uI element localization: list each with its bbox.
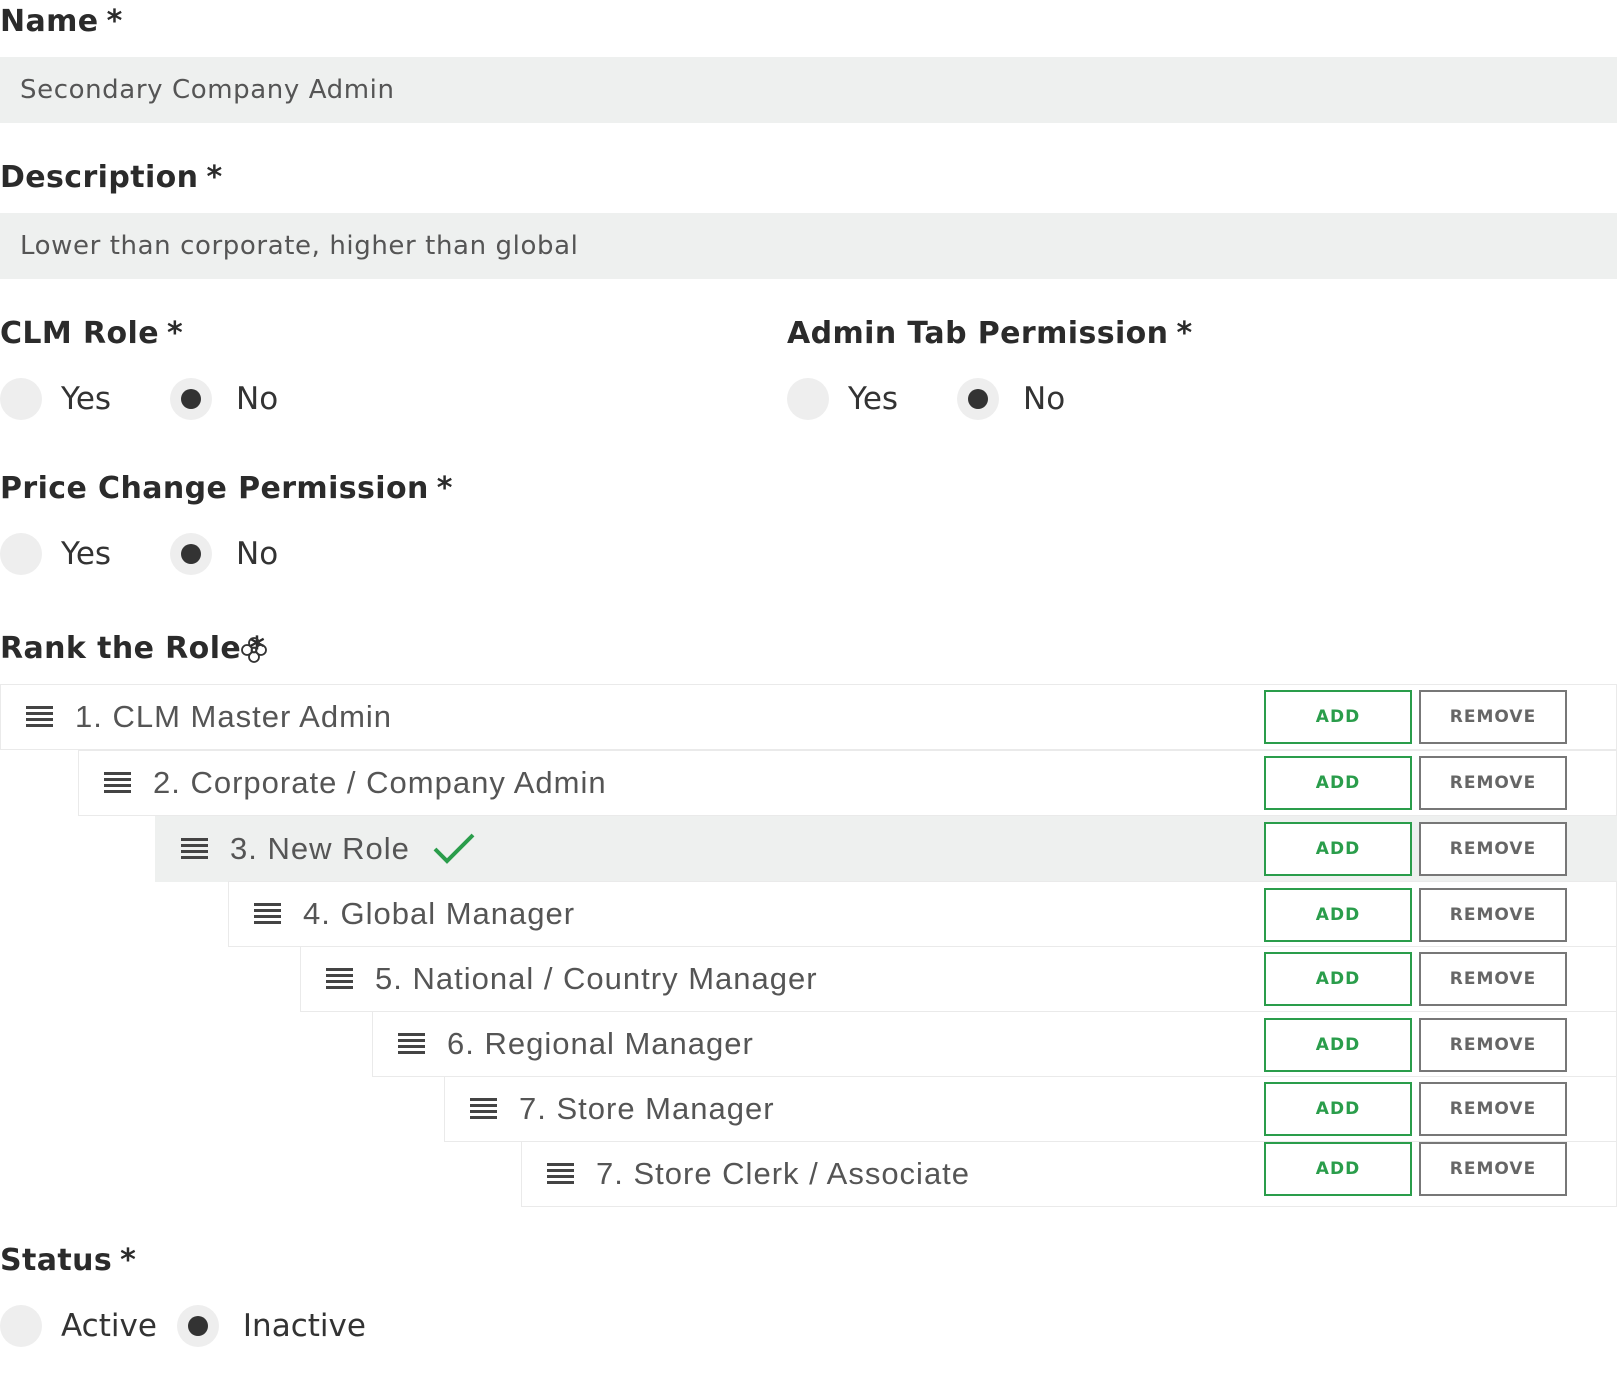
radio-label: Inactive xyxy=(242,1308,366,1344)
add-button[interactable]: ADD xyxy=(1264,756,1412,810)
remove-button[interactable]: REMOVE xyxy=(1419,1142,1567,1196)
status-active-option[interactable]: Active xyxy=(0,1305,157,1347)
add-button[interactable]: ADD xyxy=(1264,1142,1412,1196)
checkmark-icon xyxy=(433,833,475,864)
drag-handle-icon[interactable] xyxy=(104,772,131,794)
required-marker: * xyxy=(106,4,123,39)
required-marker: * xyxy=(166,316,184,351)
radio-button[interactable] xyxy=(787,378,829,420)
drag-handle-icon[interactable] xyxy=(254,903,281,925)
radio-button[interactable] xyxy=(0,533,42,575)
remove-button[interactable]: REMOVE xyxy=(1419,1018,1567,1072)
remove-button[interactable]: REMOVE xyxy=(1419,888,1567,942)
add-button[interactable]: ADD xyxy=(1264,952,1412,1006)
price-change-radio-group: Yes No xyxy=(0,532,278,576)
radio-label: Yes xyxy=(61,536,112,572)
drag-handle-icon[interactable] xyxy=(470,1098,497,1120)
radio-button[interactable] xyxy=(957,378,1000,420)
rank-item-label: 7. Store Manager xyxy=(519,1091,775,1126)
radio-button[interactable] xyxy=(0,1305,42,1347)
drag-handle-icon[interactable] xyxy=(26,706,53,728)
required-marker: * xyxy=(206,160,223,195)
description-label: Description * xyxy=(0,160,223,195)
name-input[interactable]: Secondary Company Admin xyxy=(0,57,1617,123)
required-marker: * xyxy=(120,1243,137,1278)
radio-label: Active xyxy=(61,1308,157,1344)
clm-role-radio-group: Yes No xyxy=(0,377,278,421)
radio-label: Yes xyxy=(848,381,899,417)
remove-button[interactable]: REMOVE xyxy=(1419,690,1567,744)
admin-tab-permission-radio-group: Yes No xyxy=(787,377,1065,421)
add-button[interactable]: ADD xyxy=(1264,1018,1412,1072)
clm-role-label: CLM Role * xyxy=(0,316,184,351)
drag-handle-icon[interactable] xyxy=(181,838,208,860)
price-change-permission-label: Price Change Permission * xyxy=(0,471,453,506)
status-radio-group: Active Inactive xyxy=(0,1304,366,1348)
add-button[interactable]: ADD xyxy=(1264,1082,1412,1136)
radio-button[interactable] xyxy=(176,1305,219,1347)
radio-button[interactable] xyxy=(0,378,42,420)
drag-handle-icon[interactable] xyxy=(547,1163,574,1185)
gear-flower-icon[interactable] xyxy=(239,635,269,665)
price-change-no-option[interactable]: No xyxy=(170,533,278,575)
name-label: Name * xyxy=(0,4,123,39)
admin-tab-permission-label: Admin Tab Permission * xyxy=(787,316,1193,351)
rank-role-label: Rank the Role * xyxy=(0,631,266,666)
remove-button[interactable]: REMOVE xyxy=(1419,822,1567,876)
radio-label: Yes xyxy=(61,381,112,417)
required-marker: * xyxy=(436,471,453,506)
radio-label: No xyxy=(236,381,279,417)
admin-tab-no-option[interactable]: No xyxy=(957,378,1065,420)
admin-tab-yes-option[interactable]: Yes xyxy=(787,378,898,420)
radio-label: No xyxy=(1023,381,1066,417)
required-marker: * xyxy=(1176,316,1193,351)
add-button[interactable]: ADD xyxy=(1264,690,1412,744)
add-button[interactable]: ADD xyxy=(1264,888,1412,942)
drag-handle-icon[interactable] xyxy=(326,968,353,990)
rank-item-label: 3. New Role xyxy=(230,831,410,866)
radio-button[interactable] xyxy=(170,378,213,420)
description-input[interactable]: Lower than corporate, higher than global xyxy=(0,213,1617,279)
rank-item-label: 1. CLM Master Admin xyxy=(75,699,393,734)
remove-button[interactable]: REMOVE xyxy=(1419,756,1567,810)
status-label: Status * xyxy=(0,1243,137,1278)
clm-role-no-option[interactable]: No xyxy=(170,378,278,420)
add-button[interactable]: ADD xyxy=(1264,822,1412,876)
price-change-yes-option[interactable]: Yes xyxy=(0,533,111,575)
rank-item-label: 4. Global Manager xyxy=(303,896,576,931)
remove-button[interactable]: REMOVE xyxy=(1419,1082,1567,1136)
rank-item-label: 2. Corporate / Company Admin xyxy=(153,765,607,800)
drag-handle-icon[interactable] xyxy=(398,1033,425,1055)
rank-item-label: 7. Store Clerk / Associate xyxy=(596,1156,971,1191)
remove-button[interactable]: REMOVE xyxy=(1419,952,1567,1006)
rank-item-label: 6. Regional Manager xyxy=(447,1026,754,1061)
radio-label: No xyxy=(236,536,279,572)
rank-item-label: 5. National / Country Manager xyxy=(375,961,818,996)
clm-role-yes-option[interactable]: Yes xyxy=(0,378,111,420)
radio-button[interactable] xyxy=(170,533,213,575)
status-inactive-option[interactable]: Inactive xyxy=(176,1305,366,1347)
